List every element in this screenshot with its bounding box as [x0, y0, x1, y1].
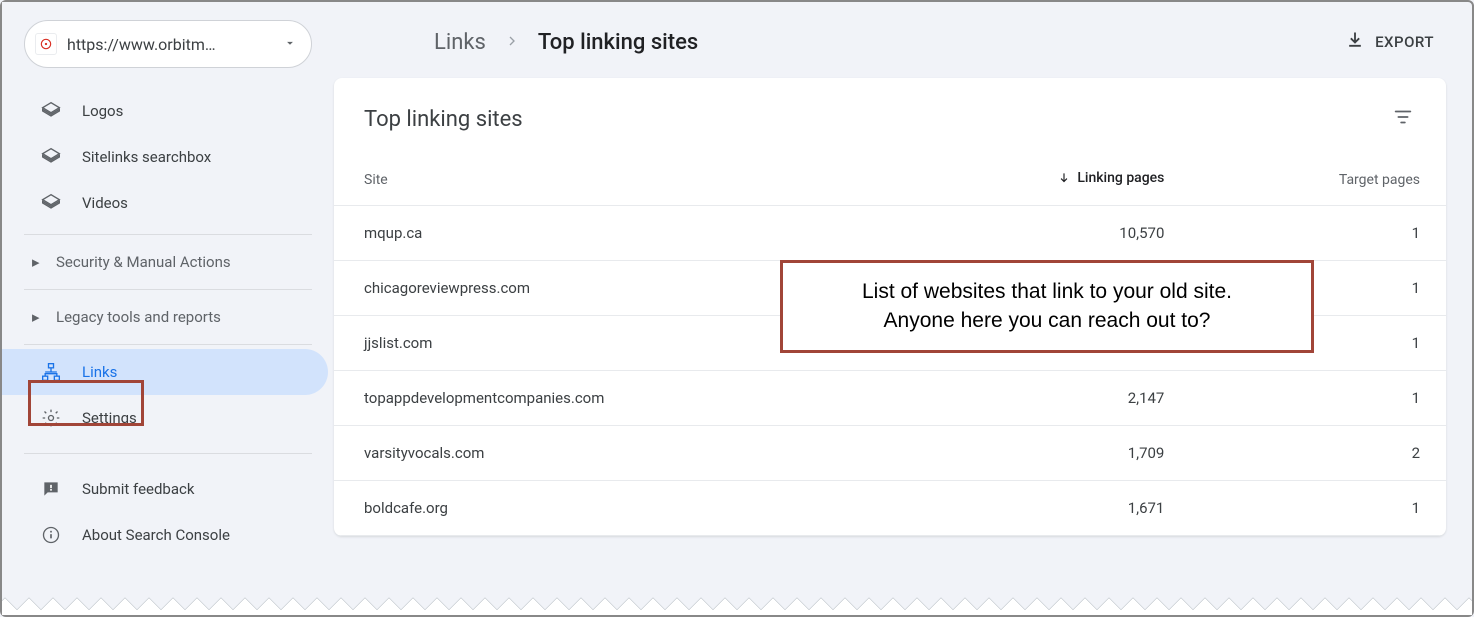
sidebar-item-links[interactable]: Links: [2, 349, 328, 395]
breadcrumb-current: Top linking sites: [538, 30, 698, 55]
cell-linking-pages: 2,147: [886, 371, 1190, 426]
property-selector[interactable]: https://www.orbitm…: [24, 20, 312, 68]
caret-right-icon: ▸: [32, 308, 42, 326]
stack-icon: [40, 146, 62, 168]
gear-icon: [40, 407, 62, 429]
cell-target-pages: 1: [1190, 481, 1446, 536]
download-icon: [1345, 30, 1365, 54]
sidebar: https://www.orbitm… Logos Sitelinks sear…: [2, 2, 334, 615]
cell-target-pages: 2: [1190, 426, 1446, 481]
site-favicon-icon: [35, 33, 57, 55]
sidebar-item-label: Logos: [82, 102, 123, 120]
sidebar-group-label: Legacy tools and reports: [56, 308, 221, 326]
annotation-line: List of websites that link to your old s…: [803, 277, 1291, 306]
cell-site: varsityvocals.com: [334, 426, 886, 481]
sidebar-item-label: Settings: [82, 409, 137, 427]
sidebar-group-legacy[interactable]: ▸ Legacy tools and reports: [2, 294, 334, 340]
table-row[interactable]: boldcafe.org1,6711: [334, 481, 1446, 536]
sidebar-item-label: About Search Console: [82, 526, 230, 544]
torn-edge-decoration: [2, 591, 1472, 615]
divider: [24, 289, 312, 290]
col-target-pages[interactable]: Target pages: [1190, 150, 1446, 206]
breadcrumb-root[interactable]: Links: [434, 30, 486, 55]
cell-target-pages: 1: [1190, 206, 1446, 261]
sidebar-item-settings[interactable]: Settings: [2, 395, 328, 441]
sidebar-item-label: Videos: [82, 194, 128, 212]
table-row[interactable]: mqup.ca10,5701: [334, 206, 1446, 261]
stack-icon: [40, 100, 62, 122]
col-linking-pages[interactable]: Linking pages: [886, 150, 1190, 206]
cell-target-pages: 1: [1190, 371, 1446, 426]
export-label: EXPORT: [1375, 33, 1434, 51]
filter-icon: [1392, 106, 1414, 128]
divider: [24, 453, 312, 454]
breadcrumb: Links Top linking sites EXPORT: [334, 2, 1446, 78]
sidebar-group-label: Security & Manual Actions: [56, 253, 231, 271]
sidebar-item-videos[interactable]: Videos: [2, 180, 328, 226]
sidebar-item-logos[interactable]: Logos: [2, 88, 328, 134]
sidebar-item-label: Submit feedback: [82, 480, 194, 498]
chevron-right-icon: [504, 30, 520, 54]
caret-right-icon: ▸: [32, 253, 42, 271]
cell-site: mqup.ca: [334, 206, 886, 261]
sidebar-item-label: Sitelinks searchbox: [82, 148, 211, 166]
table-row[interactable]: varsityvocals.com1,7092: [334, 426, 1446, 481]
sidebar-item-label: Links: [82, 363, 117, 381]
cell-linking-pages: 1,709: [886, 426, 1190, 481]
divider: [24, 234, 312, 235]
export-button[interactable]: EXPORT: [1337, 24, 1442, 60]
annotation-callout: List of websites that link to your old s…: [780, 260, 1314, 353]
filter-button[interactable]: [1386, 100, 1420, 138]
annotation-line: Anyone here you can reach out to?: [803, 306, 1291, 335]
cell-site: topappdevelopmentcompanies.com: [334, 371, 886, 426]
feedback-icon: [40, 478, 62, 500]
sidebar-item-sitelinks-searchbox[interactable]: Sitelinks searchbox: [2, 134, 328, 180]
sitemap-icon: [40, 361, 62, 383]
divider: [24, 344, 312, 345]
cell-linking-pages: 10,570: [886, 206, 1190, 261]
info-icon: [40, 524, 62, 546]
arrow-down-icon: [1057, 171, 1071, 185]
table-row[interactable]: topappdevelopmentcompanies.com2,1471: [334, 371, 1446, 426]
sidebar-item-feedback[interactable]: Submit feedback: [2, 466, 328, 512]
chevron-down-icon: [283, 35, 297, 54]
card-title: Top linking sites: [364, 107, 1386, 132]
col-site[interactable]: Site: [334, 150, 886, 206]
cell-linking-pages: 1,671: [886, 481, 1190, 536]
sidebar-group-security[interactable]: ▸ Security & Manual Actions: [2, 239, 334, 285]
cell-site: boldcafe.org: [334, 481, 886, 536]
stack-icon: [40, 192, 62, 214]
property-url: https://www.orbitm…: [67, 35, 273, 54]
sidebar-item-about[interactable]: About Search Console: [2, 512, 328, 558]
